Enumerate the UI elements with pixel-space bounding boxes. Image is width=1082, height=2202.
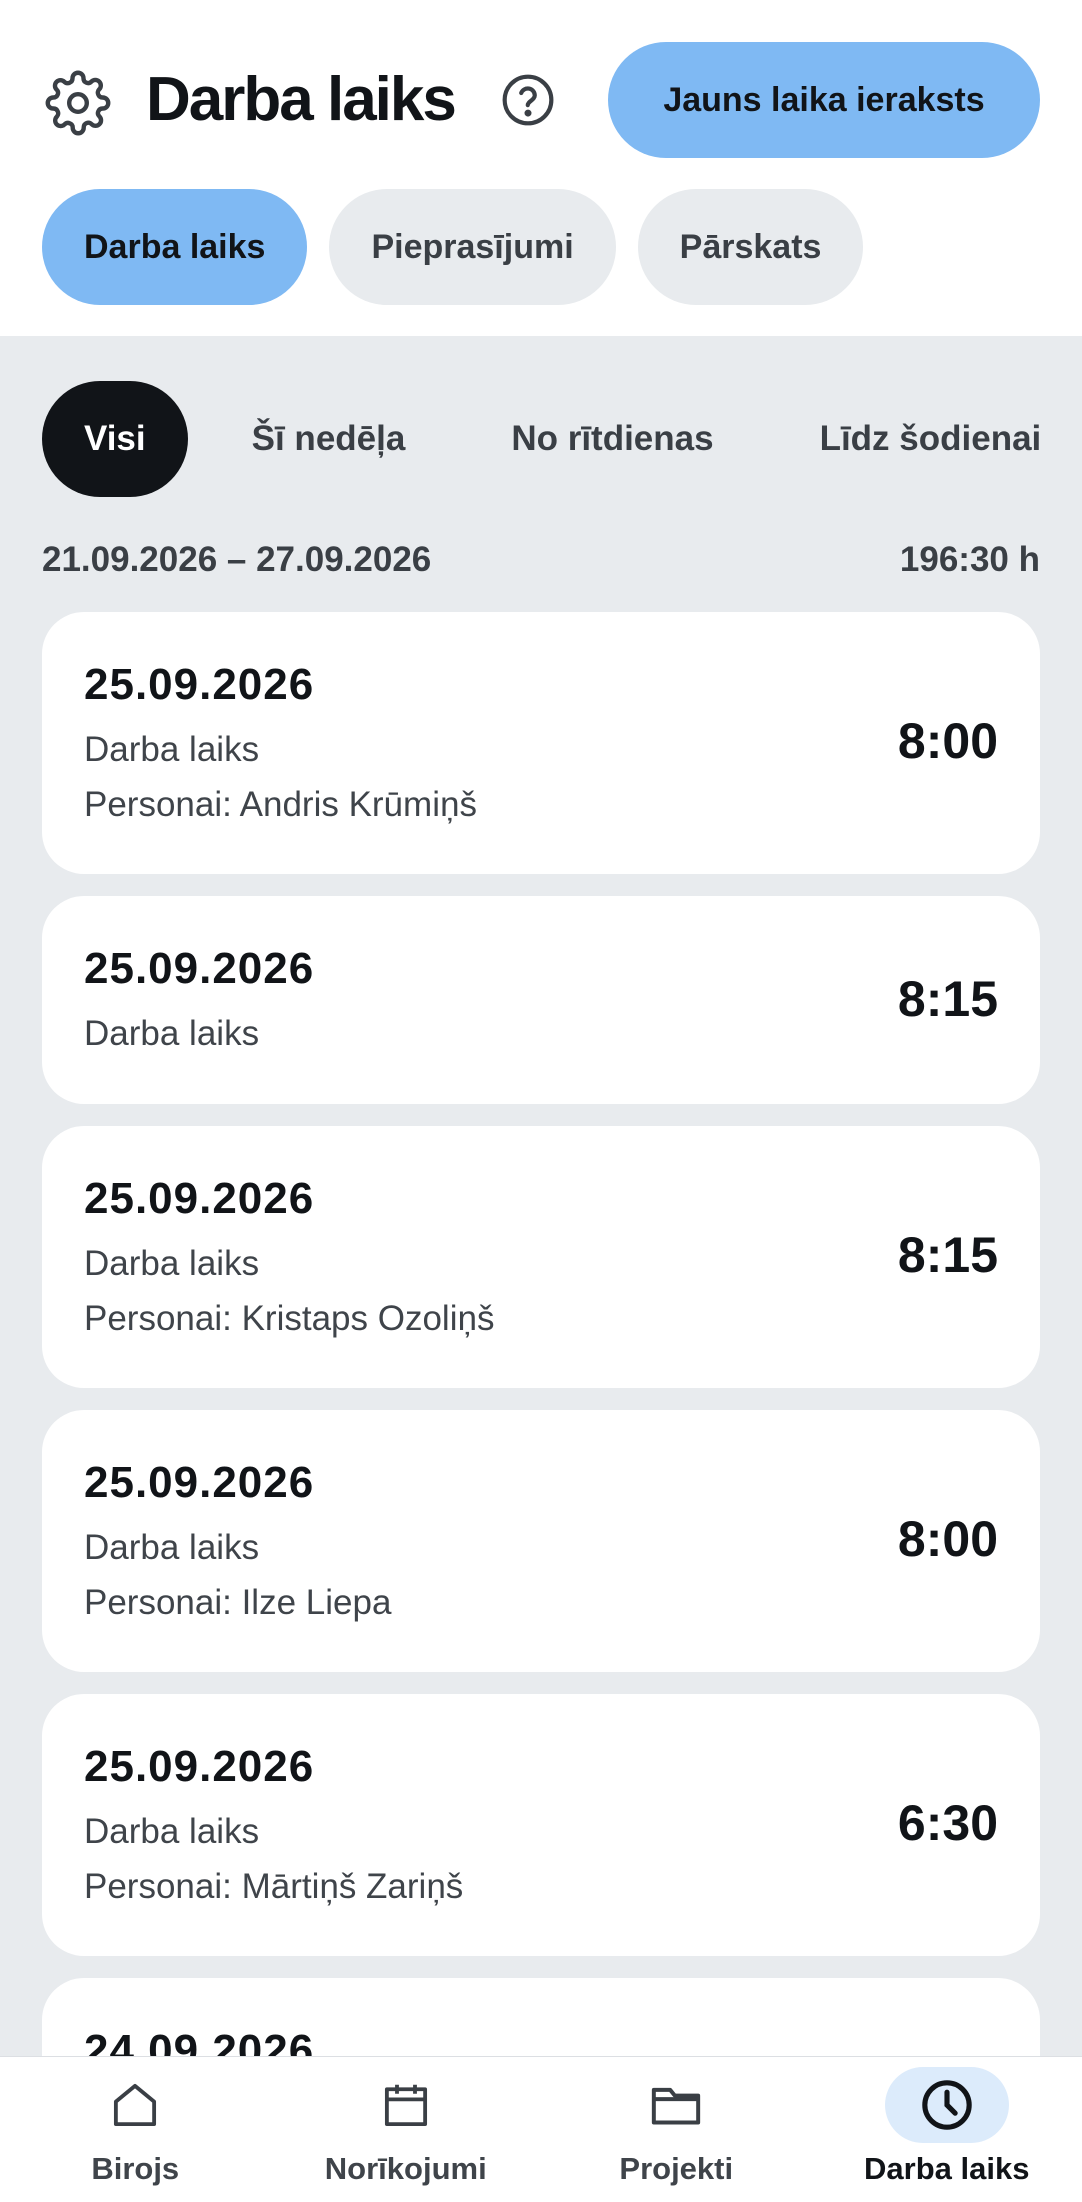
bottom-navigation: Birojs Norīkojumi Projekti Darba laiks xyxy=(0,2056,1082,2202)
time-entry-card[interactable]: 25.09.2026 Darba laiks Personai: Andris … xyxy=(42,612,1040,874)
calendar-icon xyxy=(344,2067,468,2143)
entry-person: Personai: Andris Krūmiņš xyxy=(84,785,477,824)
entry-type: Darba laiks xyxy=(84,730,260,769)
entry-date: 25.09.2026 xyxy=(84,944,315,993)
date-range: 21.09.2026 – 27.09.2026 xyxy=(42,540,432,579)
entry-hours: 8:15 xyxy=(897,971,998,1027)
filter-chips: Visi Šī nedēļa No rītdienas Līdz šodiena… xyxy=(42,381,1082,497)
time-entry-card[interactable]: 25.09.2026 Darba laiks Personai: Ilze Li… xyxy=(42,1410,1040,1672)
clock-icon xyxy=(884,2067,1009,2143)
page-title: Darba laiks xyxy=(146,65,457,134)
nav-item-office[interactable]: Birojs xyxy=(0,2057,271,2202)
time-entry-card[interactable]: 25.09.2026 Darba laiks Personai: Mārtiņš… xyxy=(42,1694,1040,1956)
entry-date: 25.09.2026 xyxy=(84,1742,315,1791)
home-icon xyxy=(73,2067,197,2143)
tab-overview[interactable]: Pārskats xyxy=(637,189,864,305)
time-tracking-screen: Darba laiks Jauns laika ieraksts Darba l… xyxy=(0,0,1082,2202)
period-summary: 21.09.2026 – 27.09.2026 196:30 h xyxy=(42,540,1040,580)
entry-person: Personai: Kristaps Ozoliņš xyxy=(84,1299,495,1338)
time-entry-card[interactable]: 25.09.2026 Darba laiks 8:15 xyxy=(42,896,1040,1104)
folder-icon xyxy=(614,2067,738,2143)
help-circle-icon[interactable] xyxy=(500,72,556,128)
filter-this-week[interactable]: Šī nedēļa xyxy=(210,381,448,497)
tab-work-time[interactable]: Darba laiks xyxy=(42,189,308,305)
time-entry-card[interactable]: 24.09.2026 xyxy=(42,1978,1040,2056)
tab-requests[interactable]: Pieprasījumi xyxy=(329,189,616,305)
entry-hours: 8:00 xyxy=(897,1511,998,1567)
header: Darba laiks Jauns laika ieraksts Darba l… xyxy=(0,0,1082,336)
filter-from-tomorrow[interactable]: No rītdienas xyxy=(469,381,755,497)
entry-type: Darba laiks xyxy=(84,1812,260,1851)
entry-hours: 8:00 xyxy=(897,713,998,769)
entry-hours: 6:30 xyxy=(897,1795,998,1851)
entry-date: 25.09.2026 xyxy=(84,660,315,709)
nav-item-work-time[interactable]: Darba laiks xyxy=(812,2057,1082,2202)
entry-type: Darba laiks xyxy=(84,1244,260,1283)
entry-hours: 8:15 xyxy=(897,1227,998,1283)
entry-person: Personai: Mārtiņš Zariņš xyxy=(84,1867,464,1906)
entry-date: 24.09.2026 xyxy=(84,2026,315,2056)
entries-area: Visi Šī nedēļa No rītdienas Līdz šodiena… xyxy=(0,336,1082,2056)
filter-all[interactable]: Visi xyxy=(42,381,188,497)
entry-type: Darba laiks xyxy=(84,1014,260,1053)
nav-label: Birojs xyxy=(91,2151,180,2186)
entry-person: Personai: Ilze Liepa xyxy=(84,1583,392,1622)
filter-until-today[interactable]: Līdz šodienai xyxy=(778,381,1082,497)
nav-label: Norīkojumi xyxy=(324,2151,487,2186)
entry-date: 25.09.2026 xyxy=(84,1458,315,1507)
main-tabs: Darba laiks Pieprasījumi Pārskats xyxy=(42,189,864,305)
time-entry-card[interactable]: 25.09.2026 Darba laiks Personai: Kristap… xyxy=(42,1126,1040,1388)
entry-date: 25.09.2026 xyxy=(84,1174,315,1223)
nav-label: Darba laiks xyxy=(864,2151,1030,2186)
nav-item-projects[interactable]: Projekti xyxy=(541,2057,812,2202)
nav-label: Projekti xyxy=(619,2151,734,2186)
entry-type: Darba laiks xyxy=(84,1528,260,1567)
new-time-entry-button[interactable]: Jauns laika ieraksts xyxy=(608,42,1040,158)
total-hours: 196:30 h xyxy=(899,540,1040,579)
nav-item-assignments[interactable]: Norīkojumi xyxy=(271,2057,542,2202)
gear-icon[interactable] xyxy=(45,70,111,136)
